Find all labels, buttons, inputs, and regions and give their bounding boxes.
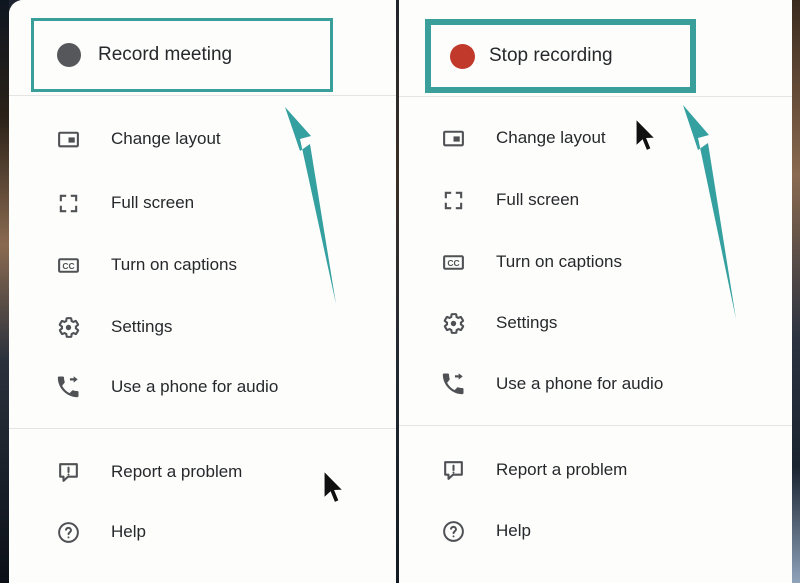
background-edge-right bbox=[792, 0, 800, 583]
closed-captions-icon: CC bbox=[51, 253, 85, 278]
background-edge-left bbox=[0, 0, 9, 583]
mouse-pointer-cursor bbox=[323, 470, 345, 504]
menu-item-change-layout[interactable]: Change layout bbox=[51, 122, 221, 156]
menu-item-label: Change layout bbox=[111, 129, 221, 148]
annotation-arrow-teal bbox=[683, 105, 736, 319]
report-problem-icon bbox=[51, 460, 85, 485]
screenshot-stage: Record meeting Change layout Full screen bbox=[0, 0, 800, 583]
menu-item-label: Use a phone for audio bbox=[496, 374, 664, 393]
menu-item-help[interactable]: Help bbox=[51, 515, 146, 549]
menu-item-change-layout[interactable]: Change layout bbox=[436, 121, 606, 155]
svg-text:CC: CC bbox=[447, 258, 459, 268]
sheet-top-corner bbox=[9, 0, 396, 16]
menu-item-report-a-problem[interactable]: Report a problem bbox=[51, 455, 242, 489]
mouse-pointer-cursor bbox=[635, 118, 657, 152]
menu-item-turn-on-captions[interactable]: CC Turn on captions bbox=[436, 245, 622, 279]
menu-item-label: Settings bbox=[111, 317, 173, 336]
menu-item-turn-on-captions[interactable]: CC Turn on captions bbox=[51, 248, 237, 282]
menu-item-use-a-phone-for-audio[interactable]: Use a phone for audio bbox=[436, 367, 663, 401]
meeting-options-menu-after: Stop recording Change layout Full screen bbox=[399, 0, 792, 583]
svg-text:CC: CC bbox=[62, 261, 74, 271]
record-dot-active-icon bbox=[444, 43, 480, 69]
closed-captions-icon: CC bbox=[436, 250, 470, 275]
menu-item-label: Turn on captions bbox=[111, 255, 237, 274]
meeting-options-menu-before: Record meeting Change layout Full screen bbox=[9, 0, 396, 583]
menu-item-label: Use a phone for audio bbox=[111, 377, 279, 396]
menu-item-label: Help bbox=[496, 521, 531, 540]
annotation-arrow-teal bbox=[285, 107, 336, 304]
menu-item-label: Change layout bbox=[496, 128, 606, 147]
menu-item-report-a-problem[interactable]: Report a problem bbox=[436, 453, 627, 487]
menu-divider-bottom bbox=[9, 428, 396, 429]
menu-item-label: Report a problem bbox=[111, 462, 243, 481]
menu-item-label: Stop recording bbox=[489, 45, 613, 66]
phone-forward-icon bbox=[51, 374, 85, 400]
menu-item-label: Report a problem bbox=[496, 460, 628, 479]
menu-item-label: Record meeting bbox=[98, 44, 233, 65]
menu-item-label: Turn on captions bbox=[496, 252, 622, 271]
change-layout-icon bbox=[51, 127, 85, 152]
menu-item-full-screen[interactable]: Full screen bbox=[51, 186, 194, 220]
help-circle-icon bbox=[436, 519, 470, 544]
menu-divider-top bbox=[9, 95, 396, 96]
menu-item-label: Settings bbox=[496, 313, 558, 332]
gear-icon bbox=[51, 315, 85, 340]
menu-item-label: Full screen bbox=[111, 193, 195, 212]
phone-forward-icon bbox=[436, 371, 470, 397]
menu-item-settings[interactable]: Settings bbox=[51, 310, 172, 344]
menu-divider-top bbox=[399, 96, 792, 97]
menu-item-label: Help bbox=[111, 522, 146, 541]
full-screen-icon bbox=[436, 189, 470, 212]
menu-item-label: Full screen bbox=[496, 190, 580, 209]
menu-item-help[interactable]: Help bbox=[436, 514, 531, 548]
menu-item-stop-recording[interactable]: Stop recording bbox=[425, 19, 696, 93]
full-screen-icon bbox=[51, 192, 85, 215]
menu-item-use-a-phone-for-audio[interactable]: Use a phone for audio bbox=[51, 370, 278, 404]
menu-divider-bottom bbox=[399, 425, 792, 426]
help-circle-icon bbox=[51, 520, 85, 545]
menu-item-full-screen[interactable]: Full screen bbox=[436, 183, 579, 217]
change-layout-icon bbox=[436, 126, 470, 151]
gear-icon bbox=[436, 311, 470, 336]
menu-item-settings[interactable]: Settings bbox=[436, 306, 557, 340]
report-problem-icon bbox=[436, 458, 470, 483]
record-dot-idle-icon bbox=[51, 43, 87, 67]
menu-item-record-meeting[interactable]: Record meeting bbox=[31, 18, 333, 92]
